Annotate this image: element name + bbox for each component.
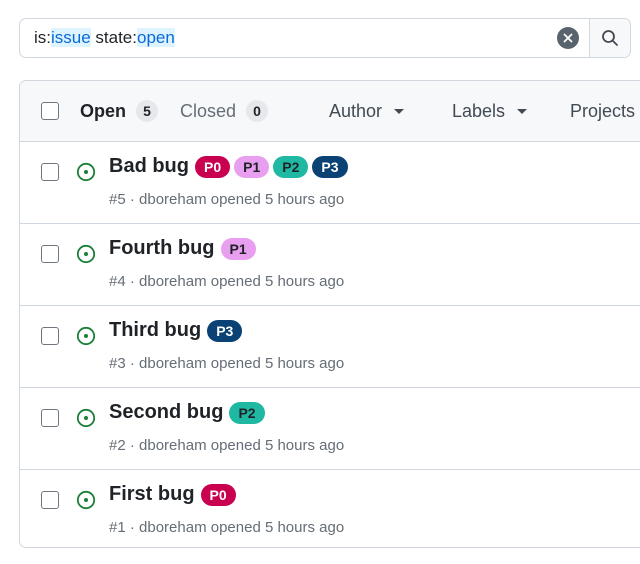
issue-row: Second bug P2 #2 · dboreham opened 5 hou… <box>20 388 640 470</box>
issue-meta: #2 · dboreham opened 5 hours ago <box>109 437 345 454</box>
issue-row: Third bug P3 #3 · dboreham opened 5 hour… <box>20 306 640 388</box>
author-filter-label: Author <box>329 100 383 121</box>
open-count-badge: 5 <box>136 100 159 122</box>
label-p2[interactable]: P2 <box>273 155 309 178</box>
issue-checkbox[interactable] <box>41 245 59 263</box>
issue-meta: #5 · dboreham opened 5 hours ago <box>109 191 345 208</box>
issue-opened-icon <box>76 408 96 428</box>
label-p1[interactable]: P1 <box>234 155 270 178</box>
issue-row: Fourth bug P1 #4 · dboreham opened 5 hou… <box>20 224 640 306</box>
labels-filter[interactable]: Labels <box>452 81 528 141</box>
close-icon <box>563 33 573 43</box>
issue-checkbox[interactable] <box>41 163 59 181</box>
tab-open-label: Open <box>80 100 127 121</box>
search-qualifier-state: state: <box>90 28 137 47</box>
tab-open[interactable]: Open 5 <box>80 81 159 141</box>
issue-opened-icon <box>76 162 96 182</box>
issue-meta: #3 · dboreham opened 5 hours ago <box>109 355 345 372</box>
issue-title-line: Fourth bug P1 <box>109 237 260 260</box>
issues-list: Open 5 Closed 0 Author Labels Projects B… <box>19 80 640 548</box>
search-input[interactable]: is:issue state:open <box>20 28 557 48</box>
search-button[interactable] <box>589 19 630 57</box>
select-all-checkbox[interactable] <box>41 102 59 120</box>
issue-title-link[interactable]: Fourth bug <box>109 237 215 260</box>
author-filter[interactable]: Author <box>329 81 405 141</box>
issue-meta: #4 · dboreham opened 5 hours ago <box>109 273 345 290</box>
issue-title-line: First bug P0 <box>109 483 240 506</box>
issues-list-header: Open 5 Closed 0 Author Labels Projects <box>20 81 640 142</box>
label-p0[interactable]: P0 <box>195 155 231 178</box>
closed-count-badge: 0 <box>246 100 269 122</box>
chevron-down-icon <box>517 108 528 114</box>
issue-title-link[interactable]: Second bug <box>109 401 223 424</box>
search-icon <box>602 30 618 46</box>
clear-search-button[interactable] <box>557 27 579 49</box>
label-p0[interactable]: P0 <box>200 483 236 506</box>
issue-title-line: Bad bug P0 P1 P2 P3 <box>109 155 352 178</box>
issue-opened-icon <box>76 326 96 346</box>
search-qualifier-is: is: <box>34 28 51 47</box>
issue-labels: P3 <box>207 319 246 342</box>
issue-labels: P0 <box>200 483 240 506</box>
issue-opened-icon <box>76 490 96 510</box>
issue-title-line: Second bug P2 <box>109 401 269 424</box>
labels-filter-label: Labels <box>452 100 506 121</box>
search-value-open: open <box>137 28 175 47</box>
issue-title-link[interactable]: Bad bug <box>109 155 189 178</box>
issue-rows: Bad bug P0 P1 P2 P3 #5 · dboreham opened 5 … <box>20 142 640 547</box>
label-p1[interactable]: P1 <box>220 237 256 260</box>
issue-labels: P0 P1 P2 P3 <box>195 155 352 178</box>
issue-title-link[interactable]: First bug <box>109 483 195 506</box>
projects-filter-label: Projects <box>570 100 636 121</box>
label-p3[interactable]: P3 <box>207 319 243 342</box>
tab-closed[interactable]: Closed 0 <box>180 81 269 141</box>
issue-search-box[interactable]: is:issue state:open <box>19 18 631 58</box>
issue-title-line: Third bug P3 <box>109 319 246 342</box>
tab-closed-label: Closed <box>180 100 237 121</box>
label-p2[interactable]: P2 <box>229 401 265 424</box>
search-value-issue: issue <box>51 28 91 47</box>
label-p3[interactable]: P3 <box>312 155 348 178</box>
issue-labels: P1 <box>220 237 260 260</box>
issue-title-link[interactable]: Third bug <box>109 319 201 342</box>
issue-checkbox[interactable] <box>41 491 59 509</box>
issue-checkbox[interactable] <box>41 327 59 345</box>
issue-labels: P2 <box>229 401 268 424</box>
chevron-down-icon <box>394 108 405 114</box>
issue-row: First bug P0 #1 · dboreham opened 5 hour… <box>20 470 640 547</box>
issue-opened-icon <box>76 244 96 264</box>
projects-filter[interactable]: Projects <box>570 81 635 141</box>
issue-meta: #1 · dboreham opened 5 hours ago <box>109 519 345 536</box>
issue-row: Bad bug P0 P1 P2 P3 #5 · dboreham opened 5 … <box>20 142 640 224</box>
issue-checkbox[interactable] <box>41 409 59 427</box>
